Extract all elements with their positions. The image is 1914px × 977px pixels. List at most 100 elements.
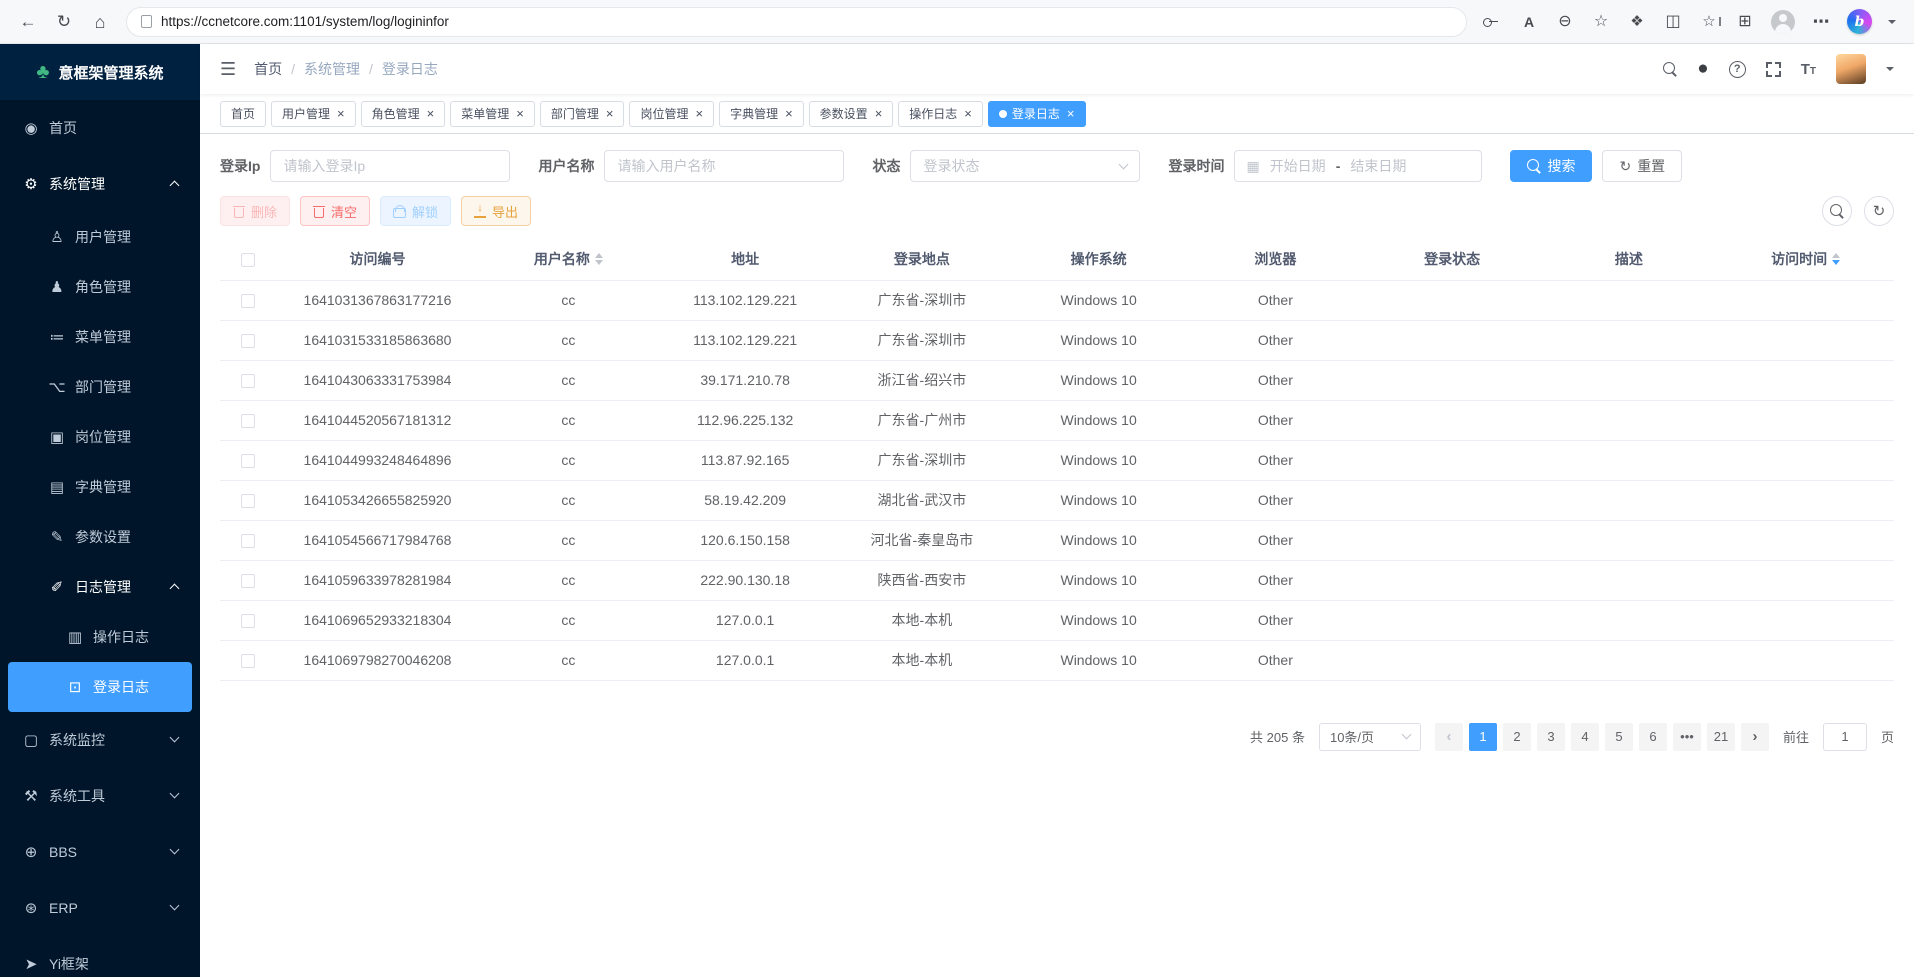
row-checkbox[interactable]: [241, 294, 255, 308]
pagination-page-button[interactable]: 5: [1605, 723, 1633, 751]
sort-carets-icon[interactable]: [1832, 253, 1840, 265]
pagination-next-button[interactable]: ›: [1741, 723, 1769, 751]
extensions-icon[interactable]: [1627, 14, 1647, 29]
browser-back-icon[interactable]: [18, 13, 38, 30]
pagination-page-button[interactable]: 21: [1707, 723, 1735, 751]
favorites-icon[interactable]: [1699, 14, 1719, 29]
table-row[interactable]: 1641069798270046208cc127.0.0.1本地-本机Windo…: [220, 640, 1894, 680]
sidebar-collapse-icon[interactable]: [220, 59, 236, 80]
avatar-caret-down-icon[interactable]: [1886, 67, 1894, 71]
sidebar-item-bbs[interactable]: ⊕BBS: [8, 824, 192, 880]
row-checkbox[interactable]: [241, 334, 255, 348]
unlock-button[interactable]: 解锁: [380, 196, 451, 226]
tab-close-icon[interactable]: ×: [785, 107, 793, 120]
tab-close-icon[interactable]: ×: [875, 107, 883, 120]
column-header[interactable]: 访问时间: [1717, 238, 1894, 280]
page-size-select[interactable]: 10条/页: [1319, 723, 1421, 751]
tab-login-log[interactable]: 登录日志×: [988, 101, 1086, 127]
address-bar[interactable]: https://ccnetcore.com:1101/system/log/lo…: [126, 7, 1467, 37]
password-key-icon[interactable]: [1483, 15, 1503, 29]
refresh-table-button[interactable]: [1864, 196, 1894, 226]
row-checkbox[interactable]: [241, 534, 255, 548]
tab-close-icon[interactable]: ×: [516, 107, 524, 120]
browser-profile-avatar[interactable]: [1771, 10, 1795, 34]
font-size-icon[interactable]: [1801, 61, 1816, 78]
row-checkbox[interactable]: [241, 654, 255, 668]
sidebar-item-yi-framework[interactable]: ➤Yi框架: [8, 936, 192, 977]
pagination-more-button[interactable]: •••: [1673, 723, 1701, 751]
split-screen-icon[interactable]: [1663, 14, 1683, 30]
sidebar-item-erp[interactable]: ⊛ERP: [8, 880, 192, 936]
select-all-checkbox[interactable]: [241, 253, 255, 267]
sidebar-item-param-settings[interactable]: ✎参数设置: [8, 512, 192, 562]
breadcrumb-item[interactable]: 系统管理: [304, 59, 360, 79]
table-row[interactable]: 1641059633978281984cc222.90.130.18陕西省-西安…: [220, 560, 1894, 600]
table-row[interactable]: 1641044520567181312cc112.96.225.132广东省-广…: [220, 400, 1894, 440]
reset-button[interactable]: 重置: [1602, 150, 1682, 182]
sidebar-item-home[interactable]: ◉首页: [8, 100, 192, 156]
row-checkbox[interactable]: [241, 614, 255, 628]
table-row[interactable]: 1641054566717984768cc120.6.150.158河北省-秦皇…: [220, 520, 1894, 560]
pagination-page-button[interactable]: 2: [1503, 723, 1531, 751]
sidebar-item-role-mgmt[interactable]: ♟角色管理: [8, 262, 192, 312]
sidebar-item-post-mgmt[interactable]: ▣岗位管理: [8, 412, 192, 462]
collections-icon[interactable]: [1735, 14, 1755, 30]
user-name-input[interactable]: [604, 150, 844, 182]
tab-operation-log[interactable]: 操作日志×: [898, 101, 983, 127]
pagination-page-button[interactable]: 1: [1469, 723, 1497, 751]
table-row[interactable]: 1641069652933218304cc127.0.0.1本地-本机Windo…: [220, 600, 1894, 640]
pagination-page-button[interactable]: 4: [1571, 723, 1599, 751]
zoom-out-icon[interactable]: [1555, 14, 1575, 30]
sidebar-item-user-mgmt[interactable]: ♙用户管理: [8, 212, 192, 262]
row-checkbox[interactable]: [241, 454, 255, 468]
tab-close-icon[interactable]: ×: [337, 107, 345, 120]
sidebar-item-dict-mgmt[interactable]: ▤字典管理: [8, 462, 192, 512]
help-icon[interactable]: [1729, 61, 1746, 78]
table-row[interactable]: 1641043063331753984cc39.171.210.78浙江省-绍兴…: [220, 360, 1894, 400]
tab-param-settings[interactable]: 参数设置×: [809, 101, 894, 127]
row-checkbox[interactable]: [241, 414, 255, 428]
table-row[interactable]: 1641031533185863680cc113.102.129.221广东省-…: [220, 320, 1894, 360]
sidebar-item-login-log[interactable]: ⊡登录日志: [8, 662, 192, 712]
login-ip-input[interactable]: [270, 150, 510, 182]
login-time-range-picker[interactable]: 开始日期 - 结束日期: [1234, 150, 1482, 182]
copilot-bing-icon[interactable]: [1847, 9, 1872, 34]
github-icon[interactable]: [1697, 58, 1708, 80]
copilot-caret-down-icon[interactable]: [1888, 20, 1896, 24]
tab-close-icon[interactable]: ×: [1067, 107, 1075, 120]
pagination-page-button[interactable]: 6: [1639, 723, 1667, 751]
header-search-icon[interactable]: [1663, 62, 1677, 76]
breadcrumb-item[interactable]: 登录日志: [382, 59, 438, 79]
sidebar-item-system-monitor[interactable]: ▢系统监控: [8, 712, 192, 768]
tab-close-icon[interactable]: ×: [606, 107, 614, 120]
tab-close-icon[interactable]: ×: [964, 107, 972, 120]
export-button[interactable]: 导出: [461, 196, 531, 226]
goto-page-input[interactable]: [1823, 723, 1867, 751]
tab-home[interactable]: 首页: [220, 101, 266, 127]
table-row[interactable]: 1641044993248464896cc113.87.92.165广东省-深圳…: [220, 440, 1894, 480]
status-select[interactable]: 登录状态: [910, 150, 1140, 182]
sort-carets-icon[interactable]: [595, 253, 603, 265]
pagination-page-button[interactable]: 3: [1537, 723, 1565, 751]
table-row[interactable]: 1641031367863177216cc113.102.129.221广东省-…: [220, 280, 1894, 320]
pagination-prev-button[interactable]: ‹: [1435, 723, 1463, 751]
tab-dict-mgmt[interactable]: 字典管理×: [719, 101, 804, 127]
fullscreen-icon[interactable]: [1766, 62, 1781, 77]
tab-user-mgmt[interactable]: 用户管理×: [271, 101, 356, 127]
row-checkbox[interactable]: [241, 374, 255, 388]
tab-close-icon[interactable]: ×: [695, 107, 703, 120]
column-header[interactable]: 用户名称: [480, 238, 657, 280]
tab-menu-mgmt[interactable]: 菜单管理×: [450, 101, 535, 127]
sidebar-item-operation-log[interactable]: ▥操作日志: [8, 612, 192, 662]
browser-home-icon[interactable]: [90, 13, 110, 31]
browser-reload-icon[interactable]: [54, 13, 74, 30]
read-aloud-icon[interactable]: [1519, 15, 1539, 29]
row-checkbox[interactable]: [241, 494, 255, 508]
tab-close-icon[interactable]: ×: [427, 107, 435, 120]
breadcrumb-item[interactable]: 首页: [254, 59, 282, 79]
row-checkbox[interactable]: [241, 574, 255, 588]
sidebar-item-system-tools[interactable]: ⚒系统工具: [8, 768, 192, 824]
browser-menu-icon[interactable]: [1811, 13, 1831, 30]
delete-button[interactable]: 删除: [220, 196, 290, 226]
tab-dept-mgmt[interactable]: 部门管理×: [540, 101, 625, 127]
